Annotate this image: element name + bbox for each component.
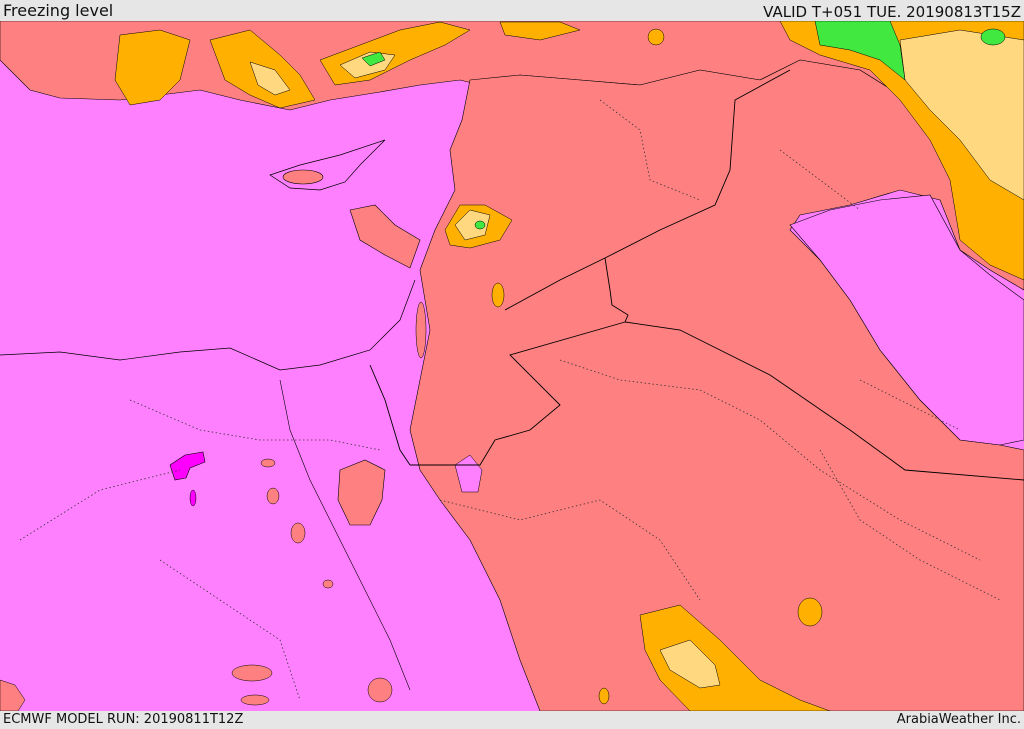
freezing-level-map — [0, 21, 1024, 711]
egypt-warm-patch-8 — [240, 694, 270, 706]
jordan-orange-patch — [491, 282, 505, 308]
egypt-warm-patch-4 — [322, 579, 334, 589]
cyprus-warm-patch — [282, 169, 324, 185]
lebanon-green — [474, 220, 486, 230]
model-run-label: ECMWF MODEL RUN: 20190811T12Z — [3, 712, 244, 727]
egypt-warm-patch-5 — [231, 664, 273, 682]
credit-label: ArabiaWeather Inc. — [896, 712, 1021, 727]
header-bar: Freezing level VALID T+051 TUE. 20190813… — [0, 0, 1024, 21]
footer-bar: ECMWF MODEL RUN: 20190811T12Z ArabiaWeat… — [0, 711, 1024, 729]
saudi-orange-3 — [598, 687, 610, 705]
valid-time-label: VALID T+051 TUE. 20190813T15Z — [763, 3, 1021, 21]
east-green-patch — [980, 28, 1006, 46]
map-title: Freezing level — [3, 1, 114, 20]
dead-sea-patch — [415, 301, 427, 359]
magenta-patch-small — [189, 489, 197, 507]
saudi-orange-2 — [797, 597, 823, 627]
egypt-warm-patch-6 — [367, 677, 393, 703]
turkey-orange-5 — [647, 28, 665, 46]
egypt-warm-patch-3 — [290, 522, 306, 544]
egypt-warm-patch-2 — [266, 487, 280, 505]
egypt-warm-patch-1 — [260, 458, 276, 468]
